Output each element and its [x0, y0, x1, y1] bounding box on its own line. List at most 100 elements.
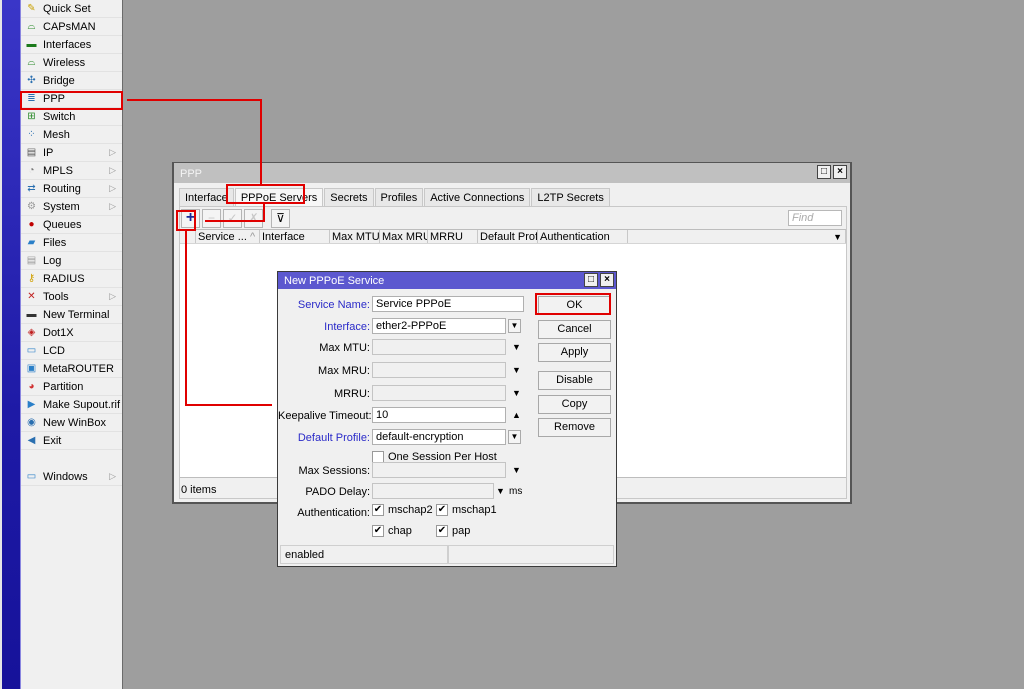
pado-delay-expand-icon[interactable]: ▼	[496, 486, 505, 496]
remove-button[interactable]: −	[202, 208, 221, 228]
tab-interface[interactable]: Interface	[179, 188, 234, 206]
submenu-arrow-icon: ▷	[109, 183, 116, 193]
sidebar-item-routing[interactable]: ⇄ Routing ▷	[21, 180, 122, 198]
dialog-titlebar[interactable]: New PPPoE Service □ ×	[278, 272, 616, 289]
disable-button[interactable]: Disable	[538, 371, 611, 390]
tab-pppoe-servers[interactable]: PPPoE Servers	[234, 188, 324, 206]
sidebar-item-partition[interactable]: ◕ Partition	[21, 378, 122, 396]
service-name-label[interactable]: Service Name:	[278, 299, 370, 311]
sidebar-item-log[interactable]: ▤ Log	[21, 252, 122, 270]
winbox-icon: ◉	[27, 416, 36, 428]
sidebar-item-new-winbox[interactable]: ◉ New WinBox	[21, 414, 122, 432]
column-header[interactable]: MRRU	[428, 230, 478, 243]
column-menu-icon[interactable]: ▼	[833, 232, 842, 242]
disable-button[interactable]: ✗	[244, 208, 263, 228]
radius-icon: ⚷	[27, 272, 36, 284]
pado-delay-unit: ms	[509, 486, 523, 497]
column-header[interactable]: Authentication	[538, 230, 628, 243]
tab-secrets[interactable]: Secrets	[324, 188, 374, 206]
column-header[interactable]	[628, 230, 846, 243]
add-button[interactable]: +	[181, 208, 200, 228]
maximize-button[interactable]: □	[817, 165, 831, 179]
keepalive-timeout-input[interactable]: 10	[372, 407, 506, 423]
ok-button[interactable]: OK	[538, 296, 611, 315]
sidebar-item-capsman[interactable]: ⌓ CAPsMAN	[21, 18, 122, 36]
sidebar-item-windows[interactable]: ▭ Windows ▷	[21, 468, 122, 486]
sidebar-item-quick-set[interactable]: ✎ Quick Set	[21, 0, 122, 18]
sidebar-item-tools[interactable]: ✕ Tools ▷	[21, 288, 122, 306]
sidebar-item-exit[interactable]: ◀ Exit	[21, 432, 122, 450]
cross-icon: ✗	[248, 211, 259, 225]
sidebar-item-wireless[interactable]: ⌓ Wireless	[21, 54, 122, 72]
close-button[interactable]: ×	[833, 165, 847, 179]
max-mtu-expand-icon[interactable]: ▼	[512, 342, 521, 352]
tab-profiles[interactable]: Profiles	[374, 188, 424, 206]
column-header[interactable]: Default Profile	[478, 230, 538, 243]
sidebar-item-bridge[interactable]: ✣ Bridge	[21, 72, 122, 90]
interface-label[interactable]: Interface:	[278, 321, 370, 333]
sidebar-item-label: Queues	[43, 218, 82, 231]
auth-pap-checkbox[interactable]: ✔ pap	[436, 525, 470, 537]
sidebar-item-ppp[interactable]: ≣ PPP	[21, 90, 122, 108]
max-sessions-label: Max Sessions:	[298, 465, 370, 477]
max-mru-expand-icon[interactable]: ▼	[512, 365, 521, 375]
auth-mschap1-checkbox[interactable]: ✔ mschap1	[436, 504, 497, 516]
sidebar-item-dot1x[interactable]: ◈ Dot1X	[21, 324, 122, 342]
column-header[interactable]: Max MRU	[380, 230, 428, 243]
sidebar-item-ip[interactable]: ▤ IP ▷	[21, 144, 122, 162]
filter-button[interactable]: ⊽	[271, 208, 290, 228]
sidebar-item-interfaces[interactable]: ▬ Interfaces	[21, 36, 122, 54]
find-input[interactable]: Find	[788, 210, 842, 226]
sidebar-item-lcd[interactable]: ▭ LCD	[21, 342, 122, 360]
interface-dropdown-icon[interactable]: ▼	[508, 319, 521, 333]
column-header[interactable]: Service ... ^	[196, 230, 260, 243]
service-name-input[interactable]: Service PPPoE	[372, 296, 524, 312]
default-profile-dropdown-icon[interactable]: ▼	[508, 430, 521, 444]
authentication-label: Authentication:	[297, 507, 370, 519]
tab-active-connections[interactable]: Active Connections	[424, 188, 531, 206]
sidebar-item-make-supout-rif[interactable]: ▶ Make Supout.rif	[21, 396, 122, 414]
interface-select[interactable]: ether2-PPPoE	[372, 318, 506, 334]
sidebar-item-label: RADIUS	[43, 272, 85, 285]
sidebar-item-new-terminal[interactable]: ▬ New Terminal	[21, 306, 122, 324]
max-sessions-input[interactable]	[372, 462, 506, 478]
remove-button[interactable]: Remove	[538, 418, 611, 437]
pado-delay-input[interactable]	[372, 483, 494, 499]
default-profile-label[interactable]: Default Profile:	[278, 432, 370, 444]
sidebar-item-radius[interactable]: ⚷ RADIUS	[21, 270, 122, 288]
max-mru-input[interactable]	[372, 362, 506, 378]
column-header[interactable]	[180, 230, 196, 243]
mrru-input[interactable]	[372, 385, 506, 401]
sidebar-item-system[interactable]: ⚙ System ▷	[21, 198, 122, 216]
dialog-close-button[interactable]: ×	[600, 273, 614, 287]
ppp-window-titlebar[interactable]: PPP □ ×	[174, 163, 850, 183]
mrru-expand-icon[interactable]: ▼	[512, 388, 521, 398]
dialog-maximize-button[interactable]: □	[584, 273, 598, 287]
sidebar-item-mpls[interactable]: ◔ MPLS ▷	[21, 162, 122, 180]
default-profile-select[interactable]: default-encryption	[372, 429, 506, 445]
sidebar-item-label: Switch	[43, 110, 76, 123]
copy-button[interactable]: Copy	[538, 395, 611, 414]
sidebar-item-switch[interactable]: ⊞ Switch	[21, 108, 122, 126]
sidebar-item-label: Files	[43, 236, 67, 249]
max-mtu-input[interactable]	[372, 339, 506, 355]
sidebar-item-metarouter[interactable]: ▣ MetaROUTER	[21, 360, 122, 378]
column-header[interactable]: Interface	[260, 230, 330, 243]
sidebar-item-label: New Terminal	[43, 308, 110, 321]
sidebar-item-files[interactable]: ▰ Files	[21, 234, 122, 252]
cancel-button[interactable]: Cancel	[538, 320, 611, 339]
auth-mschap2-checkbox[interactable]: ✔ mschap2	[372, 504, 433, 516]
apply-button[interactable]: Apply	[538, 343, 611, 362]
sidebar-item-mesh[interactable]: ⁘ Mesh	[21, 126, 122, 144]
enable-button[interactable]: ✓	[223, 208, 242, 228]
mesh-icon: ⁘	[27, 128, 36, 140]
tab-l2tp-secrets[interactable]: L2TP Secrets	[531, 188, 610, 206]
partition-icon: ◕	[28, 380, 35, 392]
ip-icon: ▤	[26, 146, 37, 158]
auth-chap-checkbox[interactable]: ✔ chap	[372, 525, 412, 537]
max-sessions-expand-icon[interactable]: ▼	[512, 465, 521, 475]
keepalive-collapse-icon[interactable]: ▲	[512, 410, 521, 420]
sidebar-item-queues[interactable]: ● Queues	[21, 216, 122, 234]
column-header[interactable]: Max MTU	[330, 230, 380, 243]
tools-icon: ✕	[27, 290, 36, 302]
